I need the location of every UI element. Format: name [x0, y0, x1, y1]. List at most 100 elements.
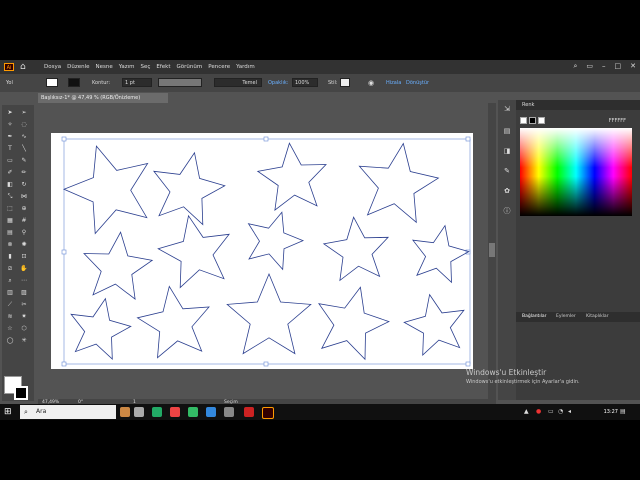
resize-handle-n[interactable] — [263, 136, 269, 142]
menu-select[interactable]: Seç — [140, 60, 150, 74]
opacity-label[interactable]: Opaklık: — [268, 74, 288, 92]
document-tab[interactable]: Başlıksız-1* @ 47,49 % (RGB/Önizleme) — [38, 93, 168, 103]
comments-icon[interactable]: ▤ — [502, 126, 512, 136]
star-shape[interactable] — [70, 297, 132, 361]
star-shape[interactable] — [157, 214, 231, 289]
blend-tool-icon[interactable]: ⊗ — [6, 241, 14, 249]
curvature-tool-icon[interactable]: ∿ — [20, 133, 28, 141]
transform-link[interactable]: Dönüştür — [406, 74, 429, 92]
zoom-tool-icon[interactable]: ⌕ — [6, 277, 14, 285]
menu-view[interactable]: Görünüm — [177, 60, 203, 74]
brush-profile-field[interactable]: Temel — [214, 78, 262, 87]
rotate-tool-icon[interactable]: ↻ — [20, 181, 28, 189]
symbol-sprayer-tool-icon[interactable]: ✺ — [20, 241, 28, 249]
slice-tool-icon[interactable]: ⧄ — [6, 265, 14, 273]
star-shape[interactable] — [358, 142, 440, 224]
star-shape[interactable] — [247, 211, 305, 271]
home-icon[interactable]: ⌂ — [20, 62, 30, 72]
star-shape[interactable] — [83, 231, 154, 301]
resize-handle-w[interactable] — [61, 249, 67, 255]
star-shape[interactable] — [226, 272, 312, 355]
taskbar-app-7[interactable] — [224, 407, 234, 417]
star-shape[interactable] — [136, 285, 210, 359]
tray-app-icon[interactable]: ● — [536, 408, 543, 415]
canvas-area[interactable] — [38, 103, 488, 399]
lasso-tool-icon[interactable]: ◌ — [20, 121, 28, 129]
resize-handle-se[interactable] — [465, 361, 471, 367]
tab-libraries[interactable]: Kitaplıklar — [586, 312, 609, 322]
battery-icon[interactable]: ▭ — [548, 408, 555, 415]
polygon-tool-icon[interactable]: ⬡ — [20, 325, 28, 333]
recolor-icon[interactable]: ◉ — [368, 74, 374, 92]
paintbrush-tool-icon[interactable]: ✎ — [20, 157, 28, 165]
stars-artwork[interactable] — [51, 133, 473, 369]
fill-swatch[interactable] — [46, 78, 58, 87]
windows-start-icon[interactable]: ⊞ — [4, 407, 14, 417]
symbols-icon[interactable]: ✿ — [502, 186, 512, 196]
properties-icon[interactable]: ⇲ — [502, 104, 512, 114]
scissors-tool-icon[interactable]: ✂ — [20, 301, 28, 309]
rectangle-tool-icon[interactable]: ▭ — [6, 157, 14, 165]
taskbar-app-1[interactable] — [120, 407, 130, 417]
taskbar-app-3[interactable] — [152, 407, 162, 417]
none-swatch[interactable] — [520, 117, 527, 124]
taskbar-app-2[interactable] — [134, 407, 144, 417]
star-shape[interactable] — [62, 145, 149, 235]
menu-effect[interactable]: Efekt — [156, 60, 170, 74]
star-shape[interactable] — [152, 151, 226, 226]
star-shape[interactable] — [403, 293, 465, 357]
resize-handle-nw[interactable] — [61, 136, 67, 142]
shape-builder-tool-icon[interactable]: ⊕ — [20, 205, 28, 213]
menu-help[interactable]: Yardım — [236, 60, 255, 74]
close-icon[interactable]: ✕ — [630, 62, 636, 71]
network-icon[interactable]: ◔ — [558, 408, 565, 415]
star-shape[interactable] — [318, 286, 390, 361]
direct-selection-tool-icon[interactable]: ➢ — [20, 109, 28, 117]
taskbar-illustrator[interactable] — [262, 407, 274, 419]
search-icon[interactable]: ⌕ — [573, 62, 577, 71]
column-graph-tool-icon[interactable]: ▮ — [6, 253, 14, 261]
artboard[interactable] — [51, 133, 473, 369]
chart-tool-icon[interactable]: ▨ — [20, 289, 28, 297]
pucker-tool-icon[interactable]: ✷ — [20, 313, 28, 321]
stroke-swatch[interactable] — [68, 78, 80, 87]
menu-object[interactable]: Nesne — [95, 60, 112, 74]
shaper-tool-icon[interactable]: ✐ — [6, 169, 14, 177]
scroll-thumb[interactable] — [489, 243, 495, 257]
artboard-tool-icon[interactable]: ⊡ — [20, 253, 28, 261]
taskbar-app-6[interactable] — [206, 407, 216, 417]
black-swatch[interactable] — [529, 117, 536, 124]
pencil-tool-icon[interactable]: ✏ — [20, 169, 28, 177]
taskbar-app-5[interactable] — [188, 407, 198, 417]
resize-handle-ne[interactable] — [465, 136, 471, 142]
eraser-tool-icon[interactable]: ◧ — [6, 181, 14, 189]
ellipse-tool-icon[interactable]: ◯ — [6, 337, 14, 345]
star-tool-icon[interactable]: ☆ — [6, 325, 14, 333]
mesh-tool-icon[interactable]: # — [20, 217, 28, 225]
tray-chevron-icon[interactable]: ▲ — [524, 408, 531, 415]
width-tool-icon[interactable]: ⋈ — [20, 193, 28, 201]
line-tool-icon[interactable]: ╲ — [20, 145, 28, 153]
resize-handle-s[interactable] — [263, 361, 269, 367]
hand-tool-icon[interactable]: ✋ — [20, 265, 28, 273]
opacity-field[interactable]: 100% — [292, 78, 318, 87]
free-transform-tool-icon[interactable]: ⬚ — [6, 205, 14, 213]
color-spectrum[interactable] — [520, 128, 632, 216]
color-panel-title[interactable]: Renk — [522, 100, 534, 110]
menu-type[interactable]: Yazım — [119, 60, 135, 74]
star-shape[interactable] — [411, 224, 470, 284]
white-swatch[interactable] — [538, 117, 545, 124]
scale-tool-icon[interactable]: ⤡ — [6, 193, 14, 201]
star-shape[interactable] — [256, 142, 327, 212]
info-icon[interactable]: ⓘ — [502, 206, 512, 216]
vertical-scrollbar[interactable] — [488, 103, 496, 399]
style-swatch[interactable] — [340, 78, 350, 87]
warp-tool-icon[interactable]: ≋ — [6, 313, 14, 321]
star-shape[interactable] — [322, 216, 390, 282]
volume-icon[interactable]: ◂ — [568, 408, 575, 415]
arrange-icon[interactable]: ▭ — [586, 62, 593, 71]
eyedropper-tool-icon[interactable]: ⚲ — [20, 229, 28, 237]
edit-toolbar-icon[interactable]: ⋯ — [20, 277, 28, 285]
magic-wand-tool-icon[interactable]: ✧ — [6, 121, 14, 129]
notifications-icon[interactable]: ▤ — [620, 408, 627, 415]
